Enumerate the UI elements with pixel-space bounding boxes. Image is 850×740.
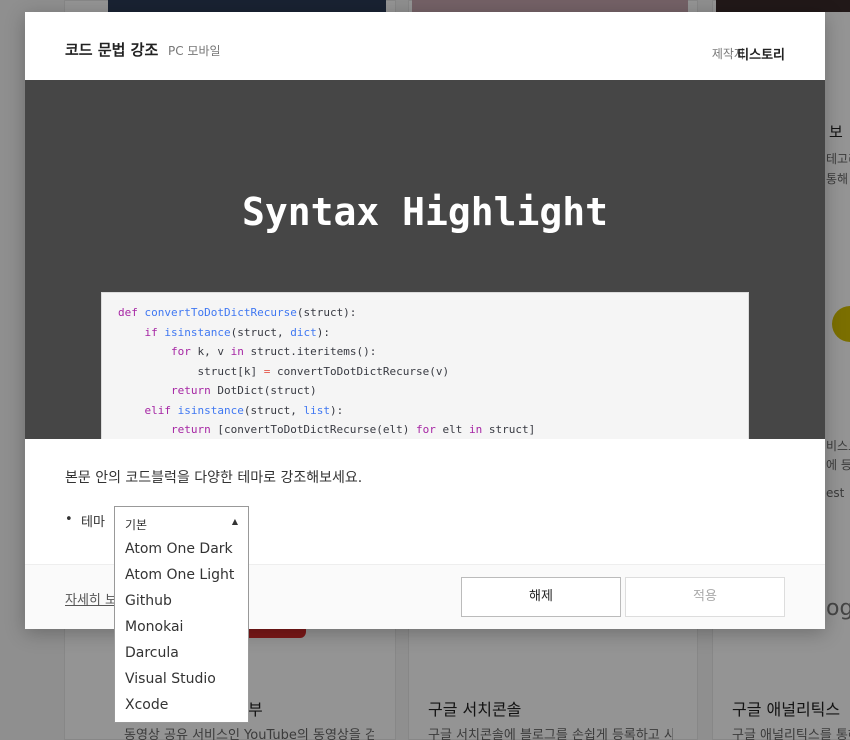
theme-option[interactable]: Atom One Dark (115, 536, 248, 562)
code-line: if isinstance(struct, dict): (144, 325, 330, 339)
theme-option[interactable]: Atom One Light (115, 562, 248, 588)
preview-banner: Syntax Highlight def convertToDotDictRec… (25, 80, 825, 439)
code-line: for k, v in struct.iteritems(): (170, 345, 377, 358)
theme-select[interactable]: 기본 ▲ (114, 506, 249, 536)
code-line: elif isinstance(struct, list): (144, 403, 344, 417)
preview-title: Syntax Highlight (241, 190, 609, 234)
release-button[interactable]: 해제 (461, 577, 621, 617)
maker-name: 티스토리 (737, 48, 785, 63)
apply-button[interactable]: 적용 (625, 577, 785, 617)
code-line: return DotDict(struct) (170, 384, 317, 397)
detail-link[interactable]: 자세히 보 (65, 589, 117, 608)
code-line: def convertToDotDictRecurse(struct): (118, 306, 357, 319)
modal-title: 코드 문법 강조 (65, 41, 159, 59)
theme-option-list: Atom One Dark Atom One Light Github Mono… (114, 536, 249, 723)
code-line: struct[k] = convertToDotDictRecurse(v) (197, 364, 450, 378)
theme-option[interactable]: Github (115, 588, 248, 614)
caret-up-icon: ▲ (231, 517, 238, 526)
theme-option[interactable]: Darcula (115, 640, 248, 666)
code-sample: def convertToDotDictRecurse(struct): if … (101, 292, 749, 439)
code-line: return [convertToDotDictRecurse(elt) for… (170, 423, 536, 436)
theme-option[interactable]: Xcode (115, 692, 248, 718)
theme-option[interactable]: Monokai (115, 614, 248, 640)
plugin-description: 본문 안의 코드블럭을 다양한 테마로 강조해보세요. (65, 470, 363, 486)
theme-select-value: 기본 (125, 518, 148, 532)
modal-header: 코드 문법 강조 PC 모바일 제작자 티스토리 (25, 12, 825, 80)
theme-label: 테마 (81, 515, 105, 530)
bullet: • (65, 512, 73, 527)
theme-option[interactable]: Visual Studio (115, 666, 248, 692)
platform-label: PC 모바일 (168, 44, 221, 58)
